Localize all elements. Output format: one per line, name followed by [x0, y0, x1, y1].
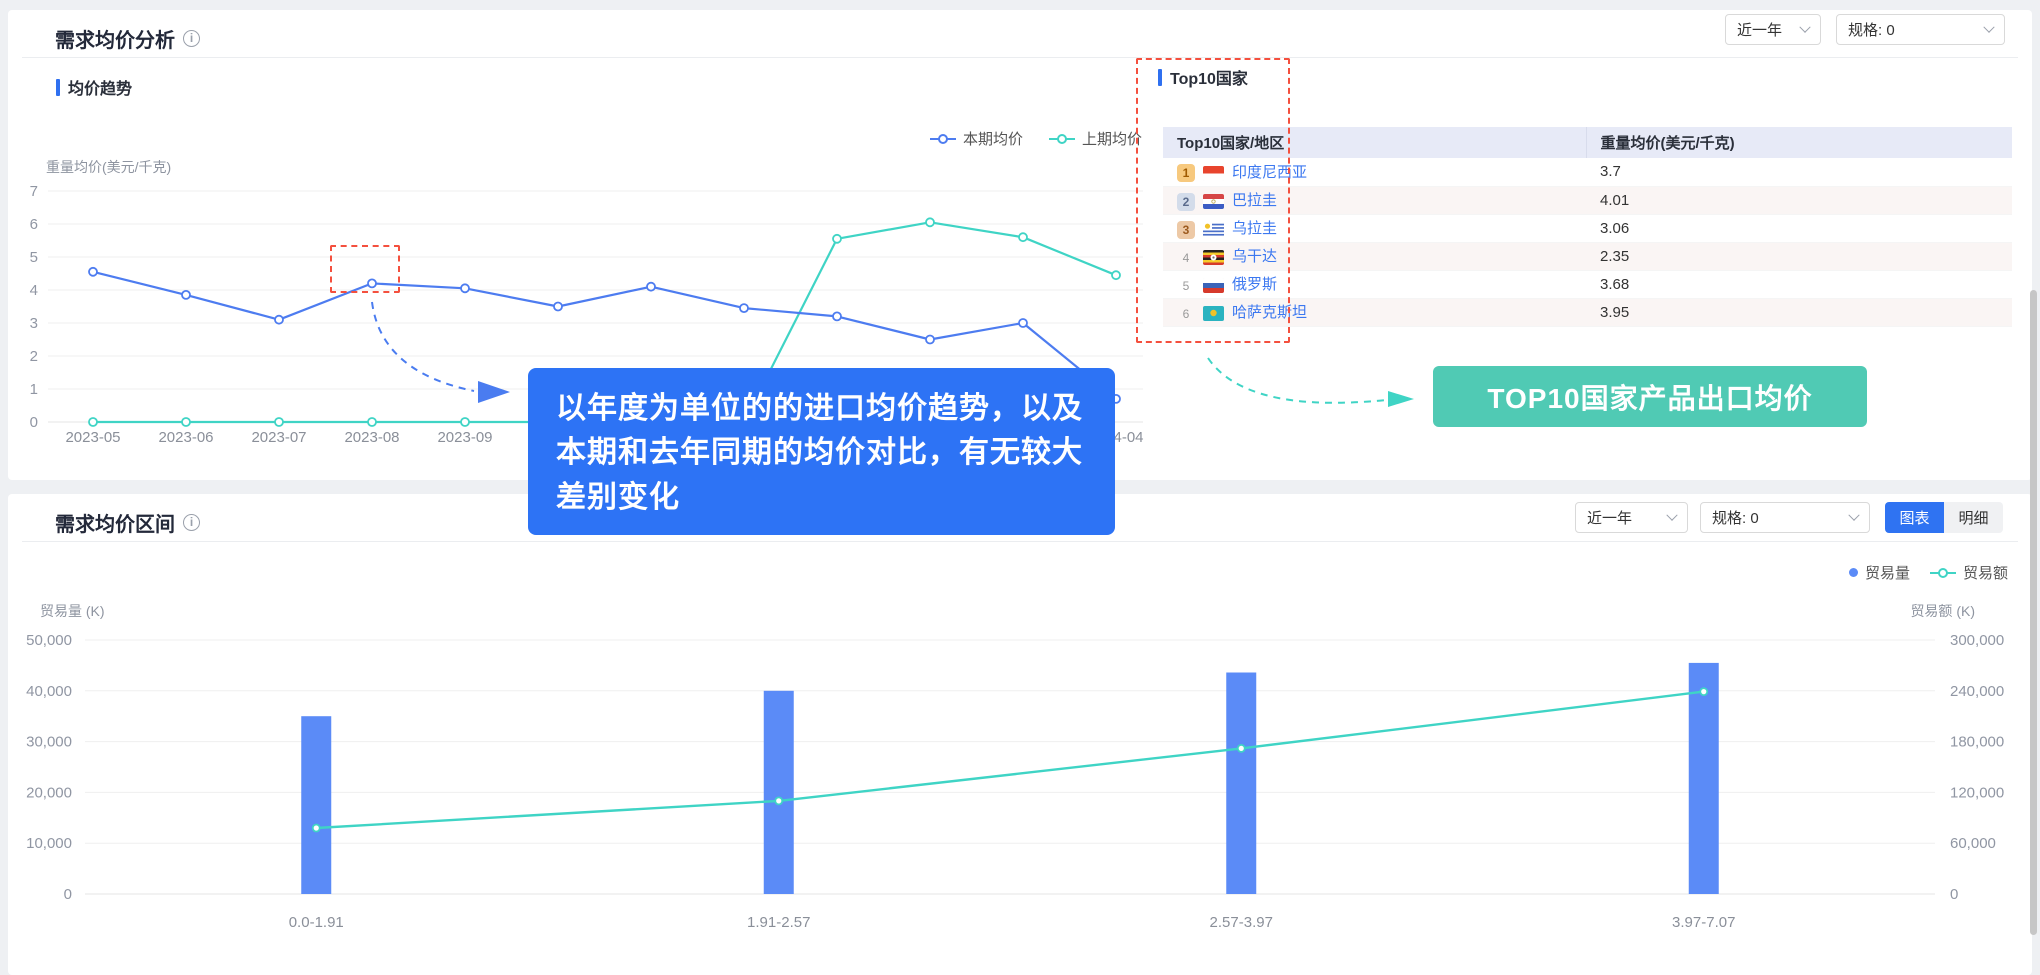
legend-item-previous[interactable]: 上期均价	[1049, 128, 1142, 149]
chevron-down-icon	[1848, 509, 1859, 520]
period-select[interactable]: 近一年	[1725, 14, 1821, 45]
accent-bar	[56, 79, 60, 96]
svg-text:0: 0	[64, 886, 72, 903]
table-row: 4乌干达2.35	[1163, 242, 2012, 270]
svg-text:2023-08: 2023-08	[344, 429, 399, 446]
page-scrollbar[interactable]	[2030, 290, 2037, 935]
chevron-down-icon	[1983, 21, 1994, 32]
svg-text:180,000: 180,000	[1950, 734, 2004, 751]
svg-text:60,000: 60,000	[1950, 835, 1996, 852]
svg-text:1: 1	[30, 381, 38, 398]
spec-select[interactable]: 规格: 0	[1836, 14, 2005, 45]
spec-select-2-value: 规格: 0	[1712, 507, 1759, 528]
svg-text:240,000: 240,000	[1950, 683, 2004, 700]
table-row: 2巴拉圭4.01	[1163, 186, 2012, 214]
svg-text:2: 2	[30, 348, 38, 365]
svg-text:2023-05: 2023-05	[65, 429, 120, 446]
table-row: 3乌拉圭3.06	[1163, 214, 2012, 242]
table-row: 1印度尼西亚3.7	[1163, 158, 2012, 186]
divider	[22, 541, 2018, 542]
svg-text:3.97-7.07: 3.97-7.07	[1672, 914, 1735, 931]
price-value-cell: 2.35	[1586, 242, 2012, 270]
blue-annotation-note: 以年度为单位的的进口均价趋势，以及本期和去年同期的均价对比，有无较大差别变化	[528, 368, 1115, 535]
svg-text:0: 0	[1950, 886, 1958, 903]
svg-text:10,000: 10,000	[26, 835, 72, 852]
price-value-cell: 4.01	[1586, 186, 2012, 214]
line-marker-icon	[930, 138, 956, 140]
trend-subtitle: 均价趋势	[56, 75, 132, 99]
section2-title: 需求均价区间	[55, 508, 175, 537]
highlight-box-top10	[1136, 58, 1290, 343]
chevron-down-icon	[1666, 509, 1677, 520]
col-header-price: 重量均价(美元/千克)	[1586, 127, 2012, 158]
svg-text:0: 0	[30, 414, 38, 431]
period-select-value: 近一年	[1737, 19, 1782, 40]
chevron-down-icon	[1799, 21, 1810, 32]
section2-title-row: 需求均价区间 i	[55, 508, 200, 537]
chart-view-button[interactable]: 图表	[1885, 502, 1944, 533]
svg-text:贸易量 (K): 贸易量 (K)	[40, 603, 105, 619]
svg-text:2023-07: 2023-07	[251, 429, 306, 446]
svg-text:0.0-1.91: 0.0-1.91	[289, 914, 344, 931]
highlight-box-datapoint	[330, 245, 400, 293]
svg-text:2.57-3.97: 2.57-3.97	[1210, 914, 1273, 931]
price-value-cell: 3.68	[1586, 270, 2012, 298]
trend-legend: 本期均价 上期均价	[930, 128, 1142, 149]
svg-text:3: 3	[30, 315, 38, 332]
svg-text:2023-06: 2023-06	[158, 429, 213, 446]
price-value-cell: 3.06	[1586, 214, 2012, 242]
svg-text:40,000: 40,000	[26, 683, 72, 700]
period-select-2[interactable]: 近一年	[1575, 502, 1688, 533]
teal-annotation-note: TOP10国家产品出口均价	[1433, 366, 1867, 427]
svg-text:7: 7	[30, 183, 38, 200]
info-icon[interactable]: i	[183, 514, 200, 531]
price-value-cell: 3.7	[1586, 158, 2012, 186]
spec-select-2[interactable]: 规格: 0	[1700, 502, 1870, 533]
period-select-2-value: 近一年	[1587, 507, 1632, 528]
svg-text:贸易额 (K): 贸易额 (K)	[1910, 603, 1975, 619]
spec-select-value: 规格: 0	[1848, 19, 1895, 40]
detail-view-button[interactable]: 明细	[1944, 502, 2003, 533]
price-range-chart[interactable]: 0 0 10,000 60,000 20,000 120,000 30,000 180,000…	[0, 560, 2040, 975]
svg-text:50,000: 50,000	[26, 632, 72, 649]
svg-text:20,000: 20,000	[26, 784, 72, 801]
table-row: 6哈萨克斯坦3.95	[1163, 298, 2012, 326]
svg-text:5: 5	[30, 249, 38, 266]
top10-table-wrap: Top10国家/地区 重量均价(美元/千克) 1印度尼西亚3.72巴拉圭4.01…	[1163, 127, 2012, 327]
svg-text:120,000: 120,000	[1950, 784, 2004, 801]
svg-text:4: 4	[30, 282, 38, 299]
table-row: 5俄罗斯3.68	[1163, 270, 2012, 298]
svg-text:30,000: 30,000	[26, 734, 72, 751]
page-title: 需求均价分析	[55, 24, 175, 53]
top10-table: Top10国家/地区 重量均价(美元/千克) 1印度尼西亚3.72巴拉圭4.01…	[1163, 127, 2012, 327]
section1-title-row: 需求均价分析 i	[55, 24, 200, 53]
table-header-row: Top10国家/地区 重量均价(美元/千克)	[1163, 127, 2012, 158]
line-marker-icon	[1049, 138, 1075, 140]
legend-item-current[interactable]: 本期均价	[930, 128, 1023, 149]
view-toggle: 图表 明细	[1885, 502, 2003, 533]
divider	[22, 57, 2018, 58]
svg-text:1.91-2.57: 1.91-2.57	[747, 914, 810, 931]
svg-text:重量均价(美元/千克): 重量均价(美元/千克)	[46, 159, 171, 175]
svg-text:300,000: 300,000	[1950, 632, 2004, 649]
price-value-cell: 3.95	[1586, 298, 2012, 326]
svg-text:2023-09: 2023-09	[437, 429, 492, 446]
svg-text:6: 6	[30, 216, 38, 233]
info-icon[interactable]: i	[183, 30, 200, 47]
